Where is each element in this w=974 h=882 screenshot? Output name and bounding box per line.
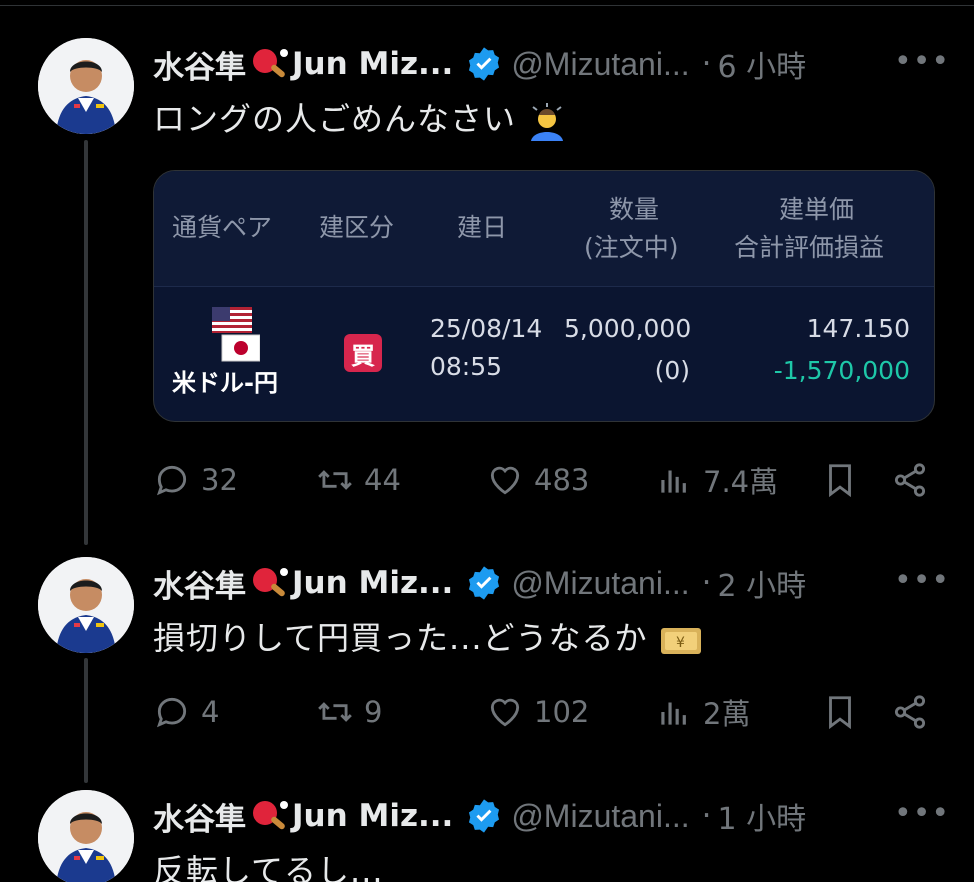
buy-badge: 買	[344, 334, 382, 372]
open-time: 08:55	[430, 352, 503, 381]
avatar[interactable]	[38, 790, 134, 882]
retweet-count: 44	[364, 463, 401, 497]
verified-icon	[469, 566, 500, 600]
views-icon	[661, 470, 686, 493]
tweet[interactable]: 水谷隼 Jun Miz... @Mizutani... · 1 小時 ••• 反…	[0, 790, 974, 882]
display-name-suffix[interactable]: Jun Miz...	[292, 798, 453, 834]
top-divider	[0, 5, 974, 6]
handle[interactable]: @Mizutani...	[511, 565, 689, 602]
views-icon	[661, 702, 686, 725]
reply-count: 4	[201, 695, 220, 729]
more-options-button[interactable]: •••	[894, 44, 949, 84]
col-entry-price: 建単価	[779, 195, 855, 224]
share-icon	[894, 695, 926, 729]
more-options-button[interactable]: •••	[894, 796, 949, 836]
col-open-date: 建日	[457, 213, 508, 242]
col-currency-pair: 通貨ペア	[172, 213, 273, 242]
reply-count: 32	[201, 463, 238, 497]
retweet-button[interactable]: 44	[316, 456, 401, 504]
avatar[interactable]	[38, 38, 134, 134]
separator-dot: ·	[701, 798, 712, 834]
timestamp[interactable]: 2 小時	[717, 561, 806, 605]
reply-icon	[156, 465, 187, 496]
col-position-type: 建区分	[319, 213, 395, 242]
views-button[interactable]: 7.4萬	[655, 456, 778, 504]
more-options-button[interactable]: •••	[894, 563, 949, 603]
ping-pong-emoji	[253, 49, 288, 78]
col-pending: (注文中)	[584, 233, 679, 262]
tweet-header: 水谷隼 Jun Miz... @Mizutani... · 2 小時	[153, 561, 806, 605]
tweet-text: ロングの人ごめんなさい	[153, 94, 567, 141]
entry-price-value: 147.150	[806, 314, 910, 343]
person-bowing-emoji	[531, 103, 564, 141]
tweet-text: 反転してるし...	[153, 846, 384, 882]
col-quantity: 数量	[609, 195, 660, 224]
display-name[interactable]: 水谷隼	[153, 42, 246, 87]
pnl-value: -1,570,000	[773, 356, 910, 385]
handle[interactable]: @Mizutani...	[511, 46, 689, 83]
display-name-suffix[interactable]: Jun Miz...	[292, 46, 453, 82]
col-total-pnl: 合計評価損益	[734, 233, 885, 262]
reply-button[interactable]: 4	[153, 688, 219, 736]
handle[interactable]: @Mizutani...	[511, 798, 689, 835]
ping-pong-emoji	[253, 568, 288, 597]
retweet-icon	[318, 470, 352, 490]
bookmark-button[interactable]	[821, 688, 859, 736]
like-count: 102	[534, 695, 590, 729]
avatar[interactable]	[38, 557, 134, 653]
views-count: 2萬	[703, 697, 751, 731]
tweet-actions: 4 9 102 2萬	[153, 688, 943, 736]
retweet-count: 9	[364, 695, 383, 729]
heart-icon	[490, 698, 520, 727]
quantity-value: 5,000,000	[564, 314, 692, 343]
open-date: 25/08/14	[430, 314, 543, 343]
svg-text:¥: ¥	[676, 635, 686, 651]
share-button[interactable]	[891, 456, 929, 504]
views-count: 7.4萬	[703, 465, 779, 499]
display-name[interactable]: 水谷隼	[153, 561, 246, 606]
yen-banknote-emoji: ¥	[660, 628, 701, 654]
retweet-button[interactable]: 9	[316, 688, 382, 736]
tweet[interactable]: 水谷隼 Jun Miz... @Mizutani... · 2 小時 ••• 損…	[0, 557, 974, 777]
tweet-header: 水谷隼 Jun Miz... @Mizutani... · 6 小時	[153, 42, 806, 86]
like-count: 483	[534, 463, 590, 497]
views-button[interactable]: 2萬	[655, 688, 750, 736]
separator-dot: ·	[701, 46, 712, 82]
tweet-actions: 32 44 483 7.4萬	[153, 456, 943, 504]
timestamp[interactable]: 1 小時	[717, 794, 806, 838]
display-name[interactable]: 水谷隼	[153, 794, 246, 839]
verified-icon	[469, 799, 500, 833]
bookmark-icon	[829, 696, 851, 730]
quantity-pending-value: (0)	[654, 356, 690, 385]
currency-pair-label: 米ドル-円	[172, 369, 278, 397]
like-button[interactable]: 102	[486, 688, 589, 736]
us-jp-flag-icon	[212, 307, 260, 362]
share-button[interactable]	[891, 688, 929, 736]
heart-icon	[490, 466, 520, 495]
verified-icon	[469, 47, 500, 81]
tweet-text-content: ロングの人ごめんなさい	[153, 100, 517, 138]
like-button[interactable]: 483	[486, 456, 589, 504]
share-icon	[894, 463, 926, 497]
bookmark-button[interactable]	[821, 456, 859, 504]
tweet-text-content: 反転してるし...	[153, 852, 384, 882]
reply-button[interactable]: 32	[153, 456, 238, 504]
tweet-text-content: 損切りして円買った...どうなるか	[153, 619, 648, 657]
bookmark-icon	[829, 464, 851, 498]
tweet-header: 水谷隼 Jun Miz... @Mizutani... · 1 小時	[153, 794, 806, 838]
ping-pong-emoji	[253, 801, 288, 830]
reply-icon	[156, 697, 187, 728]
display-name-suffix[interactable]: Jun Miz...	[292, 565, 453, 601]
retweet-icon	[318, 702, 352, 722]
tweet-text: 損切りして円買った...どうなるか ¥	[153, 613, 703, 659]
separator-dot: ·	[701, 565, 712, 601]
position-card[interactable]: 通貨ペア 建区分 建日 数量 (注文中) 建単価 合計評価損益 米ドル-円 買 …	[153, 170, 935, 422]
tweet[interactable]: 水谷隼 Jun Miz... @Mizutani... · 6 小時 ••• ロ…	[0, 38, 974, 548]
timestamp[interactable]: 6 小時	[717, 42, 806, 86]
